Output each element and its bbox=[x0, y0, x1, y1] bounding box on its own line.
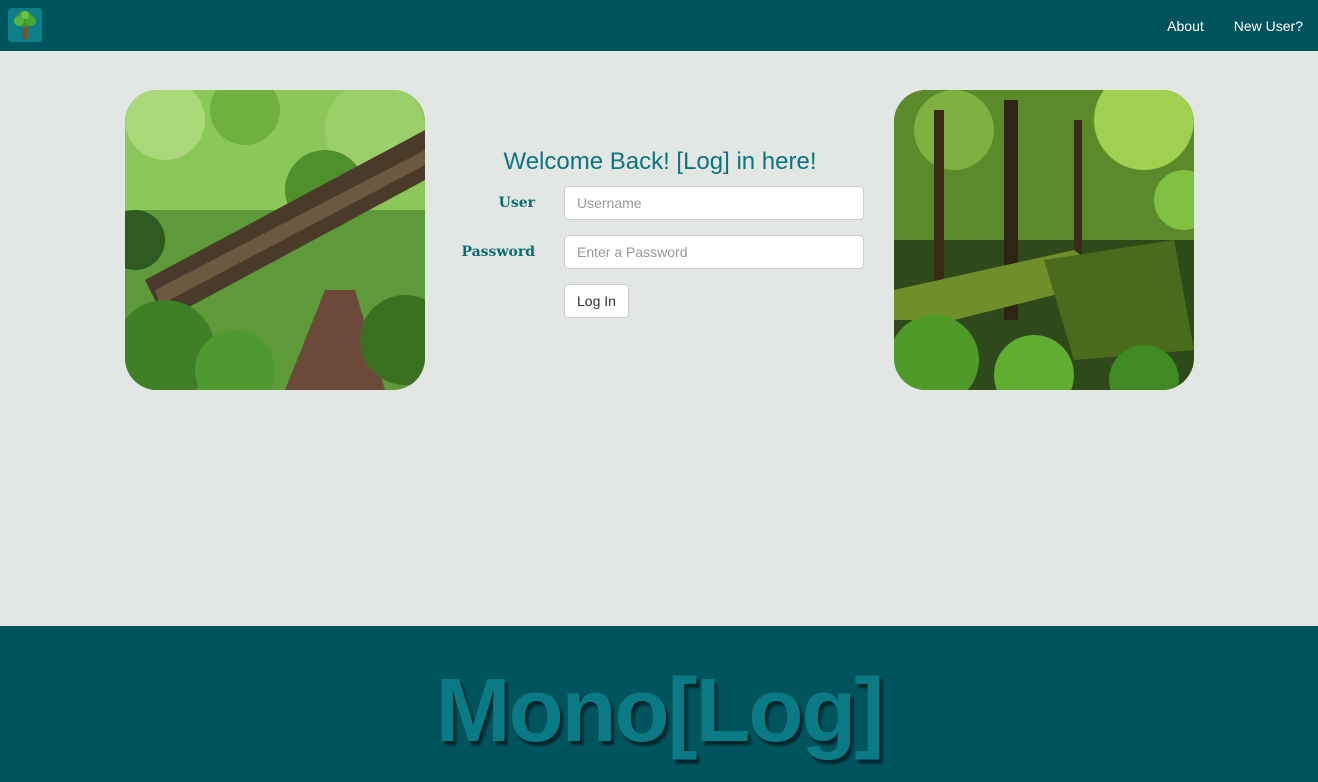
footer-brand: Mono[Log] bbox=[435, 661, 885, 761]
password-label: Password bbox=[461, 244, 535, 260]
username-input[interactable] bbox=[564, 186, 864, 220]
nav-links: About New User? bbox=[1137, 0, 1303, 51]
tree-icon[interactable] bbox=[8, 8, 42, 42]
navbar: About New User? bbox=[0, 0, 1318, 51]
nav-about-link[interactable]: About bbox=[1167, 18, 1204, 34]
mossy-rainforest-photo bbox=[894, 90, 1194, 390]
password-input[interactable] bbox=[564, 235, 864, 269]
user-label: User bbox=[498, 195, 535, 211]
login-button[interactable]: Log In bbox=[564, 284, 629, 318]
nav-new-user-link[interactable]: New User? bbox=[1234, 18, 1303, 34]
forest-fallen-log-photo bbox=[125, 90, 425, 390]
login-title: Welcome Back! [Log] in here! bbox=[503, 148, 817, 175]
